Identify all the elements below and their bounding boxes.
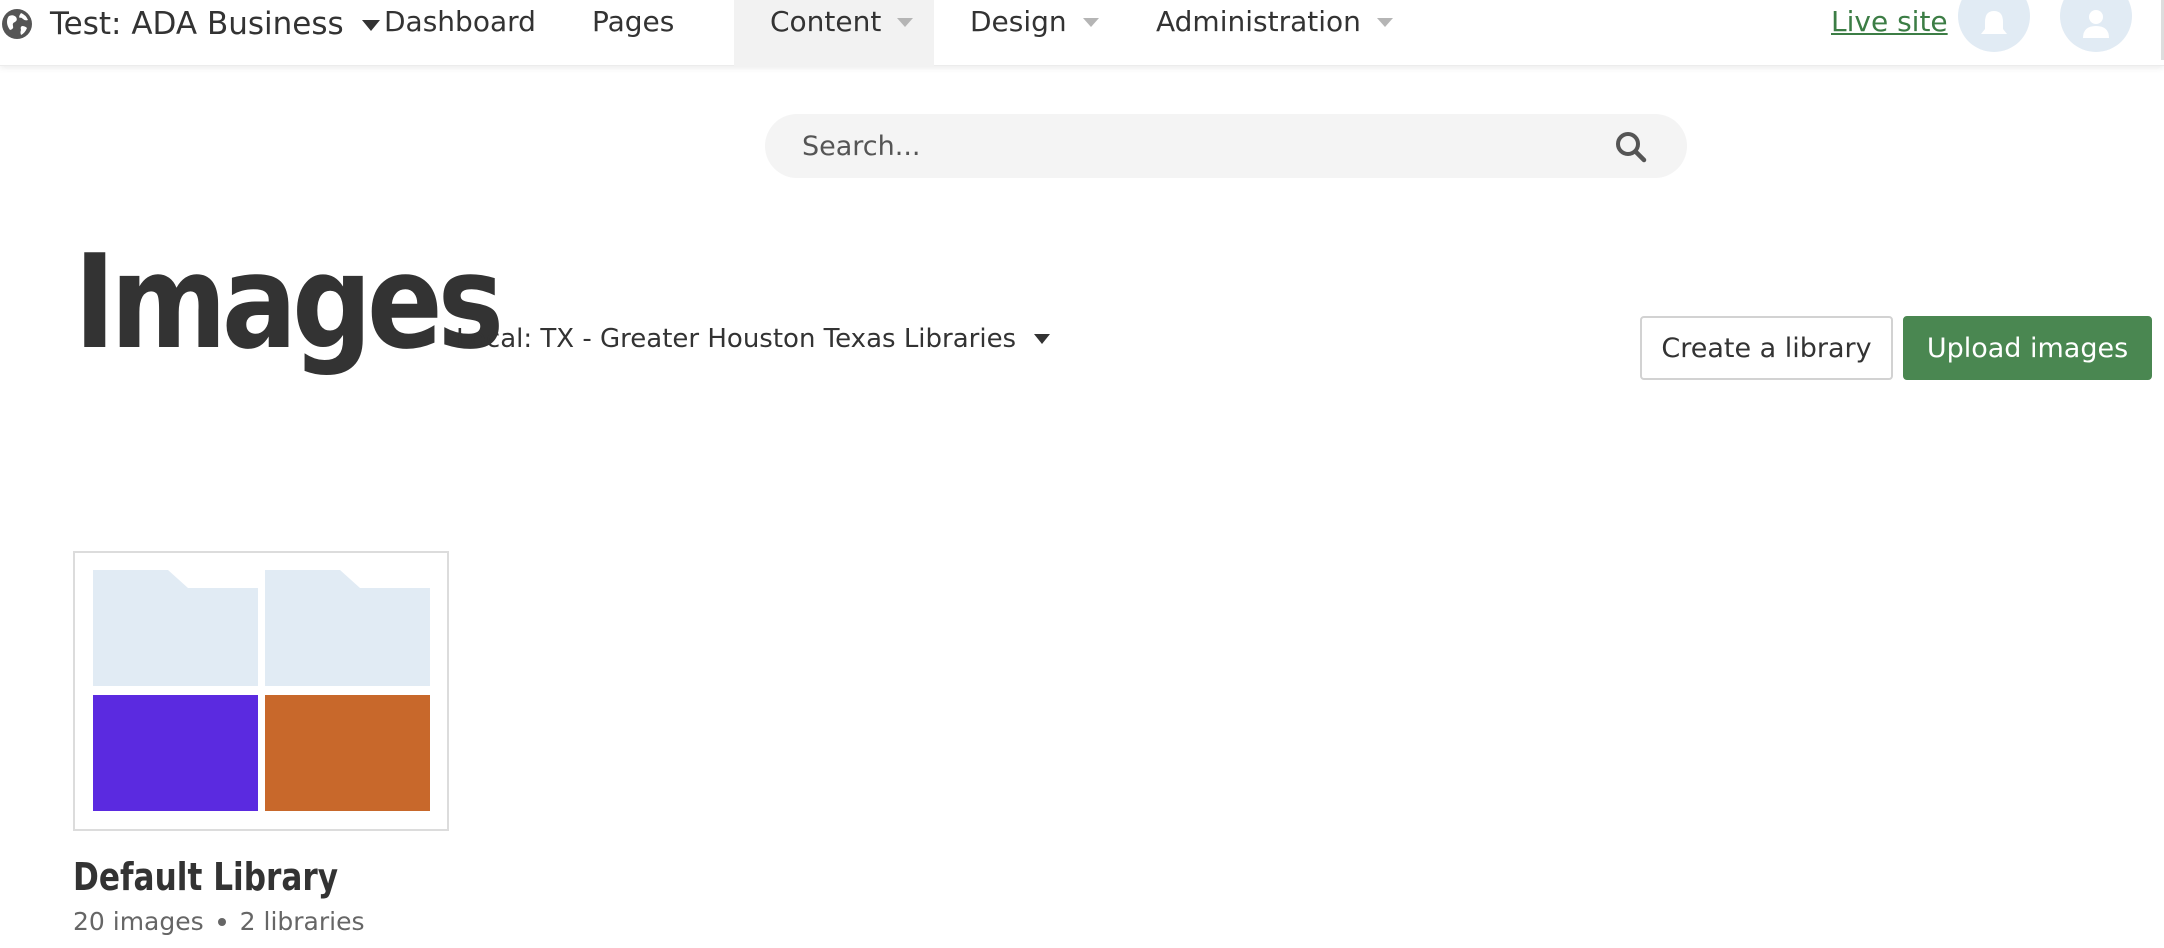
chevron-down-icon — [1376, 18, 1393, 27]
images-count: 20 images — [73, 907, 204, 936]
nav-design[interactable]: Design — [970, 0, 1099, 66]
library-name[interactable]: Default Library — [73, 852, 338, 902]
folder-icon — [93, 570, 258, 686]
libraries-count: 2 libraries — [239, 907, 365, 936]
chevron-down-icon — [1034, 334, 1051, 344]
library-card[interactable] — [73, 551, 449, 831]
separator-dot — [217, 918, 226, 926]
location-selector[interactable]: Local: TX - Greater Houston Texas Librar… — [456, 319, 1051, 359]
notifications-button[interactable] — [1958, 0, 2030, 52]
nav-administration[interactable]: Administration — [1156, 0, 1393, 66]
site-name: Test: ADA Business — [50, 6, 344, 42]
bell-icon — [1981, 11, 2007, 34]
search-bar — [765, 114, 1687, 178]
folder-shape — [265, 570, 430, 686]
search-input[interactable] — [765, 116, 1585, 176]
chevron-down-icon — [361, 19, 380, 31]
image-thumbnail — [93, 695, 258, 811]
search-icon[interactable] — [1615, 131, 1647, 163]
library-meta: 20 images 2 libraries — [73, 904, 365, 940]
nav-label: Dashboard — [384, 5, 536, 38]
top-navigation: Test: ADA Business Dashboard Pages Conte… — [0, 0, 2164, 66]
folder-shape — [93, 570, 258, 686]
nav-label: Design — [970, 5, 1067, 38]
nav-pages[interactable]: Pages — [592, 0, 674, 66]
nav-label: Content — [770, 5, 882, 38]
nav-content[interactable]: Content — [734, 0, 934, 66]
account-button[interactable] — [2060, 0, 2132, 52]
globe-icon — [2, 9, 32, 39]
chevron-down-icon — [897, 18, 914, 27]
image-thumbnail — [265, 695, 430, 811]
site-switcher[interactable]: Test: ADA Business — [0, 0, 380, 48]
upload-images-button[interactable]: Upload images — [1903, 316, 2152, 380]
nav-label: Pages — [592, 5, 675, 38]
folder-icon — [265, 570, 430, 686]
page-title: Images — [74, 226, 504, 378]
nav-label: Administration — [1156, 5, 1361, 38]
live-site-link[interactable]: Live site — [1831, 2, 1948, 42]
location-label: Local: TX - Greater Houston Texas Librar… — [456, 324, 1017, 354]
chevron-down-icon — [1082, 18, 1099, 27]
user-icon — [2083, 10, 2109, 38]
create-library-button[interactable]: Create a library — [1640, 316, 1893, 380]
nav-dashboard[interactable]: Dashboard — [384, 0, 536, 66]
